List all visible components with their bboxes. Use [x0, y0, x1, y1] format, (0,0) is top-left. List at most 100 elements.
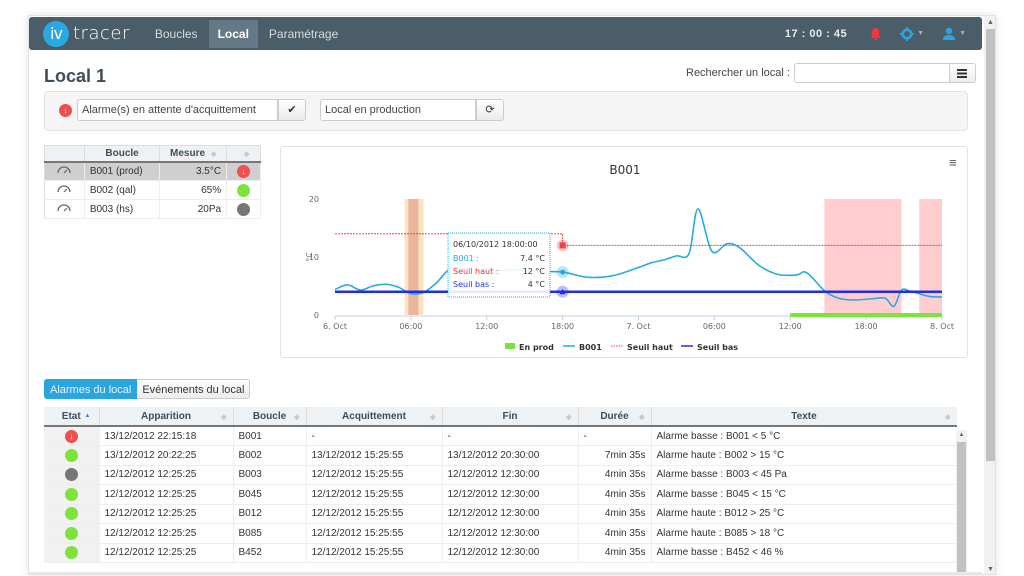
alarm-acquittement: 12/12/2012 15:25:55	[306, 465, 443, 485]
alarms-table: Etat ▲ Apparition ◆ Boucle ◆ Acquittement ◆ Fin ◆…	[44, 407, 957, 563]
ok-state-icon	[64, 487, 78, 501]
gauge-cell	[44, 180, 85, 200]
scrollbar-thumb[interactable]	[957, 442, 966, 574]
x-tick-label: 18:00	[855, 322, 878, 331]
scroll-down-icon[interactable]: ▼	[984, 563, 995, 574]
column-header-duree[interactable]: Durée ◆	[578, 407, 652, 427]
alarm-row[interactable]: 12/12/2012 12:25:25 B452 12/12/2012 15:25:…	[44, 543, 957, 563]
gauge-icon	[57, 166, 72, 174]
alarm-apparition: 12/12/2012 12:25:25	[99, 465, 234, 485]
nav-local[interactable]: Local	[208, 19, 258, 48]
top-navbar: iv tracer Boucles Local Paramétrage 17 :…	[29, 17, 982, 50]
column-header-label: Apparition	[141, 410, 191, 422]
column-header-label: Fin	[502, 410, 518, 422]
acknowledge-button[interactable]: ✔	[278, 99, 306, 121]
tooltip-value: 4 °C	[528, 280, 546, 289]
plot-band-warning-core	[408, 199, 419, 315]
clock: 17 : 00 : 45	[784, 27, 848, 40]
alarm-row[interactable]: 12/12/2012 12:25:25 B045 12/12/2012 15:25:…	[44, 484, 957, 505]
sort-icon: ◆	[221, 414, 227, 421]
column-header-fin[interactable]: Fin ◆	[442, 407, 579, 427]
list-button[interactable]	[949, 63, 976, 83]
tab-evenements-du-local[interactable]: Evénements du local	[137, 379, 251, 399]
user-menu-button[interactable]: ▼	[942, 27, 966, 41]
logo-text: tracer	[73, 23, 130, 44]
x-tick-label: 6. Oct	[323, 322, 347, 331]
list-icon	[957, 68, 968, 78]
boucle-name: B002 (qal)	[84, 180, 161, 200]
user-icon	[943, 27, 956, 40]
column-header-texte[interactable]: Texte ◆	[651, 407, 957, 427]
chevron-down-icon: ▼	[959, 30, 966, 37]
series-en-prod-range	[790, 313, 942, 317]
notifications-button[interactable]	[869, 27, 882, 41]
nav-boucles[interactable]: Boucles	[146, 20, 207, 48]
column-header-label: Etat	[61, 410, 81, 422]
alarm-boucle: B001	[233, 426, 307, 446]
alarms-scrollbar[interactable]: ▲	[956, 430, 967, 574]
alarm-texte: Alarme haute : B085 > 18 °C	[651, 523, 957, 544]
column-header-mesure[interactable]: Mesure ◆	[159, 145, 228, 163]
alarm-texte: Alarme haute : B012 > 25 °C	[651, 504, 957, 524]
scroll-up-icon[interactable]: ▲	[984, 16, 995, 29]
column-header-boucle[interactable]: Boucle	[84, 145, 161, 163]
alarm-texte: Alarme basse : B003 < 45 Pa	[651, 465, 957, 485]
alarm-state-icon: ↓	[64, 429, 78, 443]
legend-seuil-bas-label: Seuil bas	[697, 343, 738, 352]
chart-menu-icon[interactable]: ≡	[949, 155, 957, 170]
boucle-row[interactable]: B002 (qal) 65%	[44, 180, 261, 200]
alarm-fin: 12/12/2012 12:30:00	[442, 484, 579, 505]
alarm-duree: 4min 35s	[578, 523, 652, 544]
gauge-icon	[57, 184, 72, 192]
legend-seuil-haut-label: Seuil haut	[627, 343, 673, 352]
alarm-apparition: 12/12/2012 12:25:25	[99, 523, 234, 544]
column-header-boucle[interactable]: Boucle ◆	[233, 407, 307, 427]
column-header-apparition[interactable]: Apparition ◆	[99, 407, 234, 427]
sort-icon: ◆	[243, 150, 250, 158]
alarm-status-field: Alarme(s) en attente d'acquittement	[77, 99, 278, 121]
alarm-state-cell: ↓	[44, 426, 100, 446]
refresh-button[interactable]: ⟳	[476, 99, 504, 121]
column-header-etat[interactable]: Etat ▲	[44, 407, 100, 427]
alarm-down-icon: ↓	[59, 104, 72, 117]
scroll-up-icon[interactable]: ▲	[956, 430, 967, 441]
alarm-state-cell	[44, 484, 100, 505]
column-header-acquittement[interactable]: Acquittement ◆	[306, 407, 443, 427]
scrollbar-thumb[interactable]	[986, 29, 995, 461]
nav-parametrage[interactable]: Paramétrage	[260, 20, 347, 48]
sort-icon: ◆	[430, 414, 436, 421]
boucle-row[interactable]: B003 (hs) 20Pa	[44, 199, 261, 219]
boucle-row[interactable]: B001 (prod) 3.5°C ↓	[44, 161, 261, 181]
alarm-boucle: B452	[233, 543, 307, 563]
alarm-texte: Alarme basse : B045 < 15 °C	[651, 484, 957, 505]
search-input[interactable]	[793, 63, 950, 83]
alarm-fin: -	[442, 426, 579, 446]
alarm-boucle: B002	[233, 445, 307, 466]
settings-menu-button[interactable]: ▼	[900, 26, 924, 41]
tooltip-label: Seuil bas :	[453, 280, 494, 289]
b001-chart[interactable]: B00101020°C6. Oct 06:00 12:00 18:00 7. Oct 06…	[281, 147, 969, 359]
alarm-texte: Alarme haute : B002 > 15 °C	[651, 445, 957, 466]
alarm-boucle: B012	[233, 504, 307, 524]
column-header-label: Durée	[600, 410, 629, 422]
bell-icon	[870, 27, 881, 40]
alarm-row[interactable]: 12/12/2012 12:25:25 B012 12/12/2012 15:25:…	[44, 504, 957, 524]
tab-alarmes-du-local[interactable]: Alarmes du local	[44, 379, 138, 399]
alarm-row[interactable]: 13/12/2012 20:22:25 B002 13/12/2012 15:25:…	[44, 445, 957, 466]
alarm-state-cell	[44, 543, 100, 563]
alarm-row[interactable]: 12/12/2012 12:25:25 B085 12/12/2012 15:25:…	[44, 523, 957, 544]
alarm-state-cell	[44, 504, 100, 524]
column-header-state[interactable]: ◆	[226, 145, 261, 163]
gauge-cell	[44, 161, 85, 181]
page-scrollbar[interactable]: ▲ ▼	[984, 16, 995, 574]
logo[interactable]: iv tracer	[43, 20, 130, 47]
horizontal-scrollbar[interactable]	[29, 572, 982, 574]
sort-icon: ◆	[211, 150, 217, 158]
alarm-state-cell	[44, 445, 100, 466]
legend-en-prod-label: En prod	[519, 343, 554, 352]
alarm-row[interactable]: 12/12/2012 12:25:25 B003 12/12/2012 15:25:…	[44, 465, 957, 485]
alarm-state-cell	[44, 465, 100, 485]
alarm-row[interactable]: ↓ 13/12/2012 22:15:18 B001- - - Alarme basse …	[44, 426, 957, 446]
boucle-name: B003 (hs)	[84, 199, 161, 219]
alarm-texte: Alarme basse : B452 < 46 %	[651, 543, 957, 563]
